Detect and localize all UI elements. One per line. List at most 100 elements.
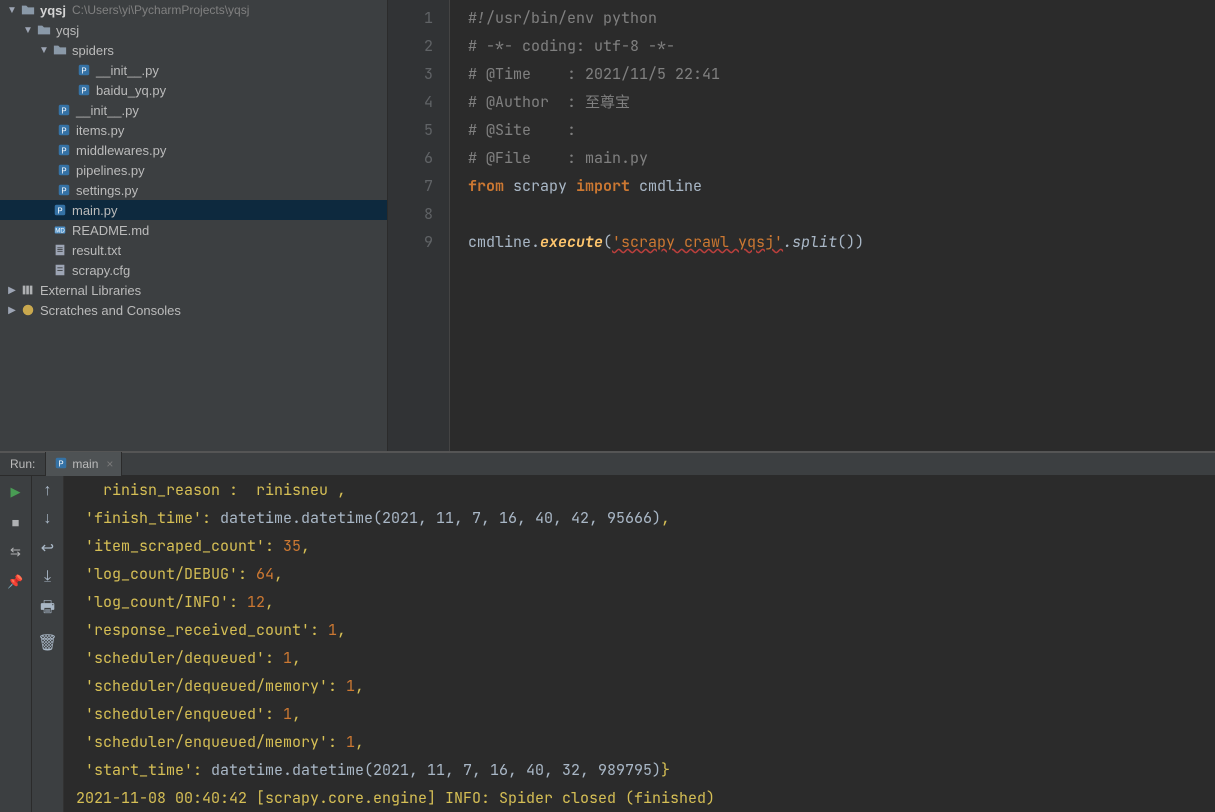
console-text: 12 [247, 592, 265, 612]
svg-text:P: P [61, 167, 66, 176]
tree-label: middlewares.py [76, 143, 166, 158]
line-number: 2 [388, 32, 433, 60]
tree-label: baidu_yq.py [96, 83, 166, 98]
svg-text:P: P [57, 207, 62, 216]
tree-file[interactable]: P pipelines.py [0, 160, 387, 180]
console-text: , [355, 732, 364, 752]
pin-button[interactable]: 📌 [6, 572, 26, 592]
svg-text:P: P [61, 187, 66, 196]
tree-folder-spiders[interactable]: ▼ spiders [0, 40, 387, 60]
tree-folder-yqsj[interactable]: ▼ yqsj [0, 20, 387, 40]
tree-file[interactable]: P items.py [0, 120, 387, 140]
python-file-icon: P [56, 142, 72, 158]
python-file-icon: P [76, 82, 92, 98]
python-file-icon: P [76, 62, 92, 78]
svg-text:P: P [61, 147, 66, 156]
tree-file[interactable]: P settings.py [0, 180, 387, 200]
svg-text:P: P [81, 87, 86, 96]
tree-label: spiders [72, 43, 114, 58]
folder-icon [36, 22, 52, 38]
tree-label: __init__.py [96, 63, 159, 78]
tree-file[interactable]: result.txt [0, 240, 387, 260]
chevron-down-icon: ▼ [4, 5, 20, 16]
down-button[interactable]: ↓ [44, 510, 52, 528]
code-token: # -*- coding: utf-8 -*- [468, 36, 675, 56]
line-number: 4 [388, 88, 433, 116]
python-file-icon: P [56, 162, 72, 178]
console-text: 'start_time': [76, 760, 211, 780]
console-text: 'response_received_count': [76, 620, 328, 640]
tree-label: __init__.py [76, 103, 139, 118]
tree-label: result.txt [72, 243, 121, 258]
trash-button[interactable]: 🗑 [37, 633, 57, 653]
layout-button[interactable]: ⇆ [6, 542, 26, 562]
code-line [468, 200, 1215, 228]
scratches-icon [20, 302, 36, 318]
console-text: 'scheduler/dequeued': [76, 648, 283, 668]
rerun-button[interactable]: ▶ [6, 482, 26, 502]
tree-path: C:\Users\yi\PycharmProjects\yqsj [72, 3, 249, 17]
code-token: # @Author : 至尊宝 [468, 92, 630, 112]
svg-text:P: P [61, 127, 66, 136]
scroll-button[interactable]: ⤓ [44, 568, 51, 586]
run-body: ▶ ■ ⇆ 📌 ↑ ↓ ↩ ⤓ 🖶 🗑 rinisn_reason : rini… [0, 476, 1215, 812]
console-text: 'scheduler/dequeued/memory': [76, 676, 346, 696]
tree-root[interactable]: ▼ yqsj C:\Users\yi\PycharmProjects\yqsj [0, 0, 387, 20]
project-sidebar[interactable]: ▼ yqsj C:\Users\yi\PycharmProjects\yqsj … [0, 0, 388, 451]
tree-scratches[interactable]: ▶ Scratches and Consoles [0, 300, 387, 320]
console-text: 64 [256, 564, 274, 584]
run-panel: Run: P main × ▶ ■ ⇆ 📌 ↑ ↓ ↩ ⤓ 🖶 🗑 rinisn… [0, 451, 1215, 812]
console-text: , [355, 676, 364, 696]
code-token: scrapy [504, 176, 576, 196]
console-text: 1 [346, 676, 355, 696]
stop-button[interactable]: ■ [6, 512, 26, 532]
tree-label: yqsj [40, 3, 66, 18]
console-text: 'finish_time': [76, 508, 220, 528]
code-token: ()) [837, 232, 864, 252]
main-area: ▼ yqsj C:\Users\yi\PycharmProjects\yqsj … [0, 0, 1215, 451]
run-header: Run: P main × [0, 452, 1215, 476]
python-file-icon: P [56, 122, 72, 138]
tree-file[interactable]: MD README.md [0, 220, 387, 240]
chevron-right-icon: ▶ [4, 305, 20, 316]
tree-file[interactable]: P baidu_yq.py [0, 80, 387, 100]
close-icon[interactable]: × [106, 457, 113, 471]
tree-file[interactable]: P __init__.py [0, 60, 387, 80]
code-content[interactable]: #!/usr/bin/env python # -*- coding: utf-… [450, 0, 1215, 451]
wrap-button[interactable]: ↩ [41, 538, 54, 558]
chevron-down-icon: ▼ [20, 25, 36, 36]
code-editor[interactable]: 1 2 3 4 5 6 7 8 9 #!/usr/bin/env python … [388, 0, 1215, 451]
line-number: 1 [388, 4, 433, 32]
code-token: execute [540, 232, 603, 252]
console-text: , [274, 564, 283, 584]
run-toolbar-left: ▶ ■ ⇆ 📌 [0, 476, 32, 812]
console-text: 1 [346, 732, 355, 752]
tree-external-libs[interactable]: ▶ External Libraries [0, 280, 387, 300]
tree-file[interactable]: P __init__.py [0, 100, 387, 120]
python-file-icon: P [54, 456, 68, 473]
console-output[interactable]: rinisn_reason : rinisneu , 'finish_time'… [64, 476, 1215, 812]
print-button[interactable]: 🖶 [40, 596, 55, 623]
console-text: 'scheduler/enqueued': [76, 704, 283, 724]
console-text: 'log_count/DEBUG': [76, 564, 256, 584]
console-text: 35 [283, 536, 301, 556]
tree-label: External Libraries [40, 283, 141, 298]
console-text: 1 [283, 704, 292, 724]
run-tab-main[interactable]: P main × [45, 452, 122, 476]
tree-file[interactable]: P middlewares.py [0, 140, 387, 160]
up-button[interactable]: ↑ [44, 482, 52, 500]
editor-stripe [432, 256, 1215, 284]
folder-icon [52, 42, 68, 58]
text-file-icon [52, 242, 68, 258]
console-text: , [265, 592, 274, 612]
tree-label: Scratches and Consoles [40, 303, 181, 318]
line-number: 8 [388, 200, 433, 228]
code-token: .split [783, 232, 837, 252]
code-token: cmdline [630, 176, 702, 196]
console-text: 2021-11-08 00:40:42 [scrapy.core.engine]… [76, 788, 715, 808]
run-tab-label: main [72, 457, 98, 471]
tree-file-main[interactable]: P main.py [0, 200, 387, 220]
tree-file[interactable]: scrapy.cfg [0, 260, 387, 280]
console-text: 1 [283, 648, 292, 668]
console-text: , [292, 704, 301, 724]
